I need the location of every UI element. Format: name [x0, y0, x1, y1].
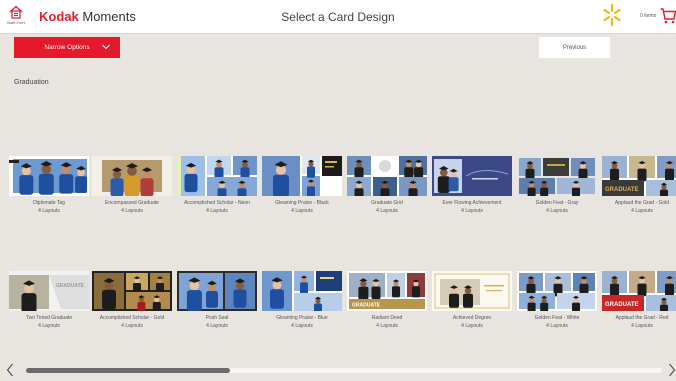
card-design-item[interactable]: GRADUATE Applaud the Grad - Gold 4 Layouts — [602, 156, 676, 216]
top-bar: Start Over Kodak Moments Select a Card D… — [0, 0, 676, 34]
card-layouts-count: 4 Layouts — [291, 323, 313, 329]
scroll-right-icon[interactable] — [668, 363, 676, 377]
card-layouts-count: 4 Layouts — [461, 323, 483, 329]
narrow-options-button[interactable]: Narrow Options — [14, 37, 120, 58]
card-name: Golden Feat - White — [534, 315, 580, 321]
home-icon — [9, 5, 23, 19]
start-over-label: Start Over — [6, 20, 26, 25]
card-layouts-count: 4 Layouts — [461, 208, 483, 214]
card-thumbnail[interactable]: GRADUATE — [602, 156, 676, 196]
card-name: Ever Flowing Achievement — [442, 200, 502, 206]
scrollbar-thumb[interactable] — [26, 368, 230, 373]
card-name: Applaud the Grad - Gold — [614, 200, 670, 206]
card-design-item[interactable]: GRADUATE Radiant Deed 4 Layouts — [347, 271, 427, 331]
card-layouts-count: 4 Layouts — [376, 323, 398, 329]
card-design-item[interactable]: Accomplished Scholar - Neon 4 Layouts — [177, 156, 257, 216]
cart-items-count: 0 items — [640, 13, 657, 19]
card-name: Golden Feat - Gray — [535, 200, 579, 206]
card-thumbnail[interactable] — [92, 271, 172, 311]
card-thumbnail[interactable]: GRADUATE — [602, 271, 676, 311]
card-design-item[interactable]: Achieved Degree 4 Layouts — [432, 271, 512, 331]
card-design-item[interactable]: Golden Feat - White 4 Layouts — [517, 271, 597, 331]
card-thumbnail[interactable] — [9, 156, 89, 196]
card-name: Graduate Grid — [371, 200, 403, 206]
scroll-left-icon[interactable] — [6, 363, 14, 377]
card-layouts-count: 4 Layouts — [38, 208, 60, 214]
card-name: Accomplished Scholar - Neon — [184, 200, 250, 206]
card-thumbnail[interactable] — [177, 156, 257, 196]
card-layouts-count: 4 Layouts — [206, 323, 228, 329]
card-name: Accomplished Scholar - Gold — [99, 315, 165, 321]
card-layouts-count: 4 Layouts — [546, 208, 568, 214]
thumbnail-banner-text: GRADUATE — [352, 303, 381, 309]
card-design-item[interactable]: Golden Feat - Gray 4 Layouts — [517, 156, 597, 216]
card-thumbnail[interactable] — [347, 156, 427, 196]
card-thumbnail[interactable] — [92, 156, 172, 196]
card-design-item[interactable]: Ever Flowing Achievement 4 Layouts — [432, 156, 512, 216]
card-layouts-count: 4 Layouts — [631, 208, 653, 214]
card-layouts-count: 4 Layouts — [121, 208, 143, 214]
card-thumbnail[interactable] — [517, 271, 597, 311]
card-layouts-count: 4 Layouts — [206, 208, 228, 214]
card-thumbnail[interactable] — [177, 271, 257, 311]
card-thumbnail[interactable] — [262, 156, 342, 196]
card-design-item[interactable]: GRADUATE Two Toned Graduate 4 Layouts — [9, 271, 89, 331]
card-name: Diplomate Tag — [33, 200, 65, 206]
card-layouts-count: 4 Layouts — [38, 323, 60, 329]
card-design-item[interactable]: Encompassed Graduate 4 Layouts — [92, 156, 172, 216]
card-thumbnail[interactable]: GRADUATE — [9, 271, 89, 311]
cart-icon[interactable] — [660, 7, 676, 25]
card-name: Applaud the Grad - Red — [615, 315, 669, 321]
card-name: Posh Seal — [205, 315, 229, 321]
brand-kodak: Kodak — [39, 9, 79, 24]
chevron-down-icon — [102, 44, 110, 50]
card-design-item[interactable]: Graduate Grid 4 Layouts — [347, 156, 427, 216]
horizontal-scrollbar[interactable] — [26, 368, 662, 373]
card-thumbnail[interactable] — [432, 156, 512, 196]
card-name: Gleaming Praise - Black — [275, 200, 329, 206]
card-name: Achieved Degree — [452, 315, 492, 321]
card-thumbnail[interactable] — [262, 271, 342, 311]
card-design-item[interactable]: Posh Seal 4 Layouts — [177, 271, 257, 331]
card-thumbnail[interactable] — [517, 156, 597, 196]
section-title: Graduation — [14, 79, 49, 86]
card-name: Two Toned Graduate — [25, 315, 73, 321]
card-layouts-count: 4 Layouts — [376, 208, 398, 214]
card-layouts-count: 4 Layouts — [631, 323, 653, 329]
card-design-item[interactable]: Accomplished Scholar - Gold 4 Layouts — [92, 271, 172, 331]
card-thumbnail[interactable]: GRADUATE — [347, 271, 427, 311]
walmart-spark-icon — [603, 3, 621, 27]
brand-moments: Moments — [82, 9, 136, 24]
card-layouts-count: 4 Layouts — [121, 323, 143, 329]
thumbnail-banner-text: GRADUATE — [56, 283, 85, 289]
page-title: Select a Card Design — [281, 10, 395, 24]
card-layouts-count: 4 Layouts — [546, 323, 568, 329]
narrow-options-label: Narrow Options — [44, 44, 90, 51]
card-design-item[interactable]: Gleaming Praise - Blue 4 Layouts — [262, 271, 342, 331]
card-design-item[interactable]: GRADUATE Applaud the Grad - Red 4 Layouts — [602, 271, 676, 331]
card-layouts-count: 4 Layouts — [291, 208, 313, 214]
thumbnail-banner-text: GRADUATE — [605, 187, 639, 193]
card-design-item[interactable]: Gleaming Praise - Black 4 Layouts — [262, 156, 342, 216]
card-name: Gleaming Praise - Blue — [276, 315, 328, 321]
card-name: Encompassed Graduate — [105, 200, 159, 206]
brand-logo: Kodak Moments — [39, 9, 136, 24]
previous-label: Previous — [562, 44, 587, 51]
start-over-button[interactable]: Start Over — [6, 5, 26, 29]
card-design-item[interactable]: Diplomate Tag 4 Layouts — [9, 156, 89, 216]
previous-button[interactable]: Previous — [539, 37, 610, 58]
card-thumbnail[interactable] — [432, 271, 512, 311]
thumbnail-banner-text: GRADUATE — [605, 302, 639, 308]
card-name: Radiant Deed — [371, 315, 403, 321]
